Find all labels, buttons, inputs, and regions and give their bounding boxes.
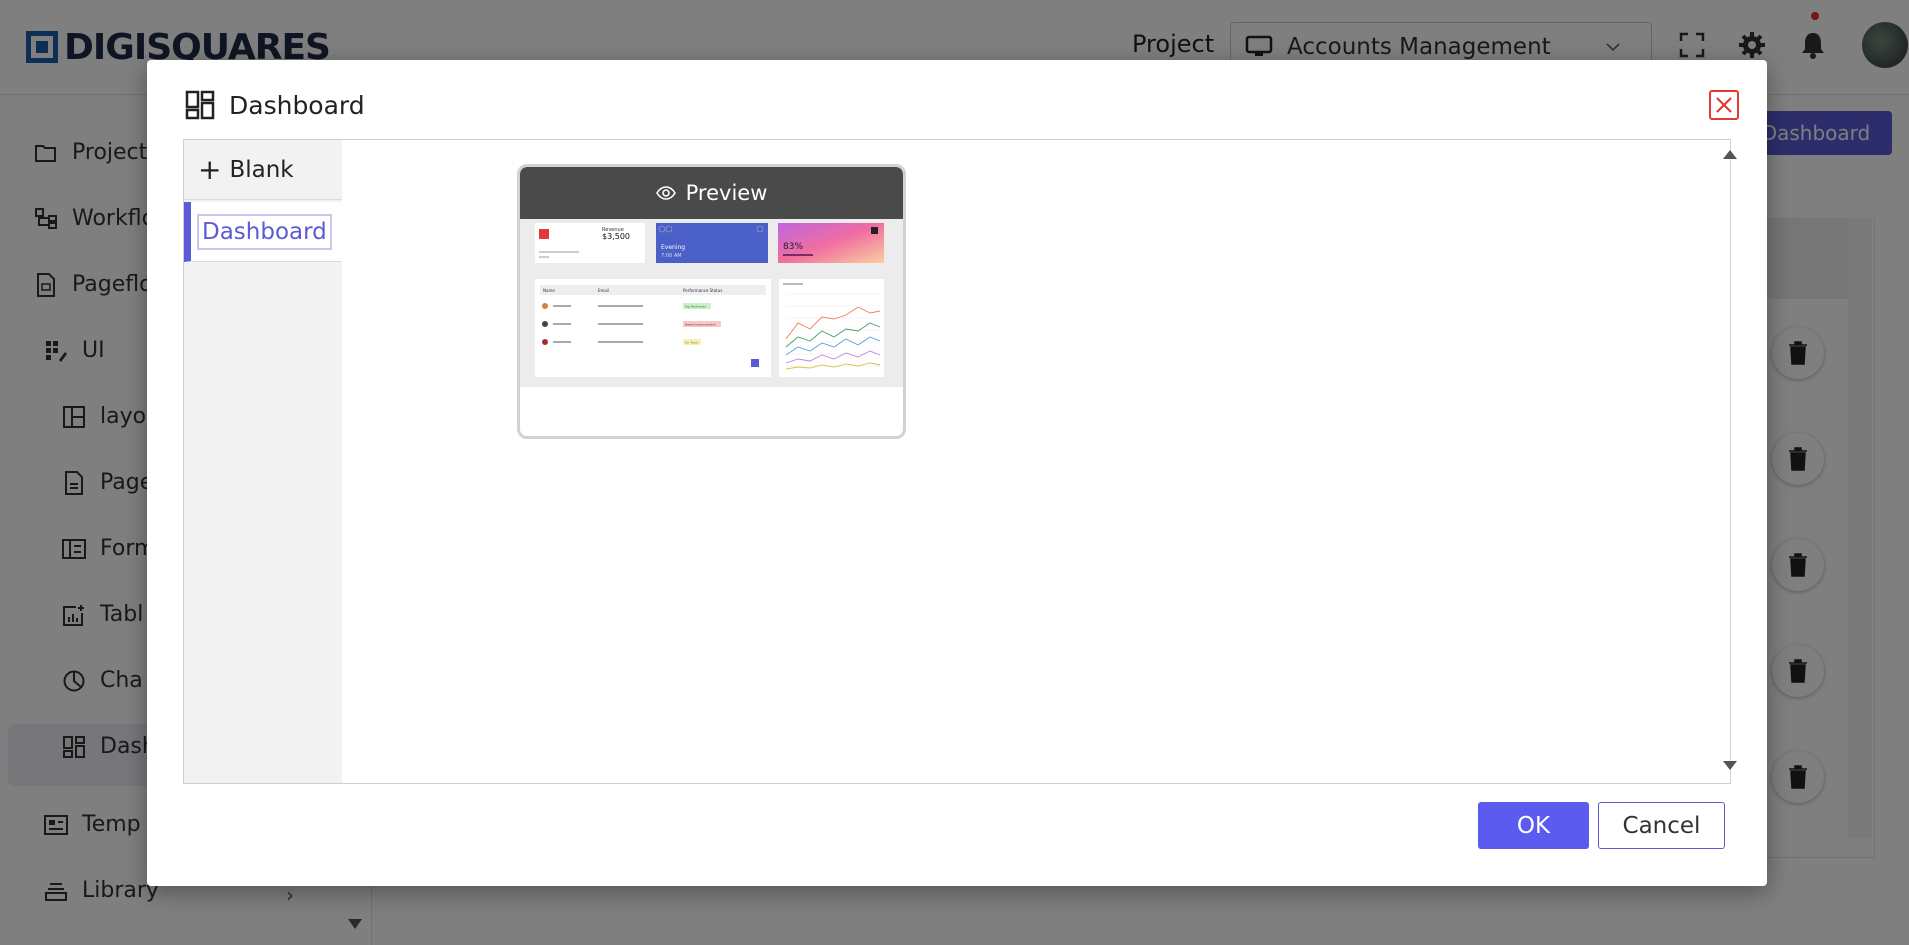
thumb-card2-sub: 7:00 AM <box>661 253 682 259</box>
template-thumbnail: Revenue $3,500 Evening 7:00 AM 83% Name … <box>520 219 903 387</box>
thumb-table-header: Performance Status <box>683 288 722 293</box>
ok-label: OK <box>1516 812 1551 839</box>
template-card[interactable]: Preview Revenue $3,500 Evening 7:00 AM 8… <box>517 164 906 439</box>
thumb-card2-value: Evening <box>661 244 685 251</box>
cancel-button[interactable]: Cancel <box>1598 802 1725 849</box>
preview-button[interactable]: Preview <box>520 167 903 219</box>
dialog-body: + Blank Dashboard Preview Revenue $3,500… <box>183 139 1737 784</box>
template-preview-area: Preview Revenue $3,500 Evening 7:00 AM 8… <box>342 140 1737 783</box>
preview-label: Preview <box>685 181 768 205</box>
thumb-table-header: Name <box>543 288 555 293</box>
cancel-label: Cancel <box>1622 812 1701 839</box>
thumb-card1-value: $3,500 <box>602 232 630 241</box>
thumb-status: Top Performer <box>684 305 707 309</box>
thumb-table-header: Email <box>598 288 609 293</box>
thumb-status: On Track <box>685 341 698 345</box>
plus-icon: + <box>198 152 222 186</box>
dialog-title: Dashboard <box>229 90 365 120</box>
scroll-down-icon[interactable] <box>1722 760 1738 772</box>
close-button[interactable] <box>1709 90 1739 120</box>
dialog-header: Dashboard <box>185 90 365 120</box>
eye-icon <box>655 186 676 200</box>
close-icon <box>1716 97 1732 113</box>
thumb-card3-value: 83% <box>783 242 803 252</box>
thumb-status: Needs Improvement <box>685 323 716 327</box>
template-item-label: Blank <box>229 156 294 183</box>
template-item-label: Dashboard <box>197 213 332 250</box>
template-item-blank[interactable]: + Blank <box>184 140 342 200</box>
thumbnail-image: Revenue $3,500 Evening 7:00 AM 83% Name … <box>520 219 903 387</box>
scroll-up-icon[interactable] <box>1722 148 1738 160</box>
dashboard-icon <box>185 90 215 120</box>
dashboard-template-dialog: Dashboard + Blank Dashboard Preview Reve… <box>147 60 1767 886</box>
ok-button[interactable]: OK <box>1478 802 1589 849</box>
template-list: + Blank Dashboard <box>184 140 342 783</box>
template-item-dashboard[interactable]: Dashboard <box>184 202 342 262</box>
